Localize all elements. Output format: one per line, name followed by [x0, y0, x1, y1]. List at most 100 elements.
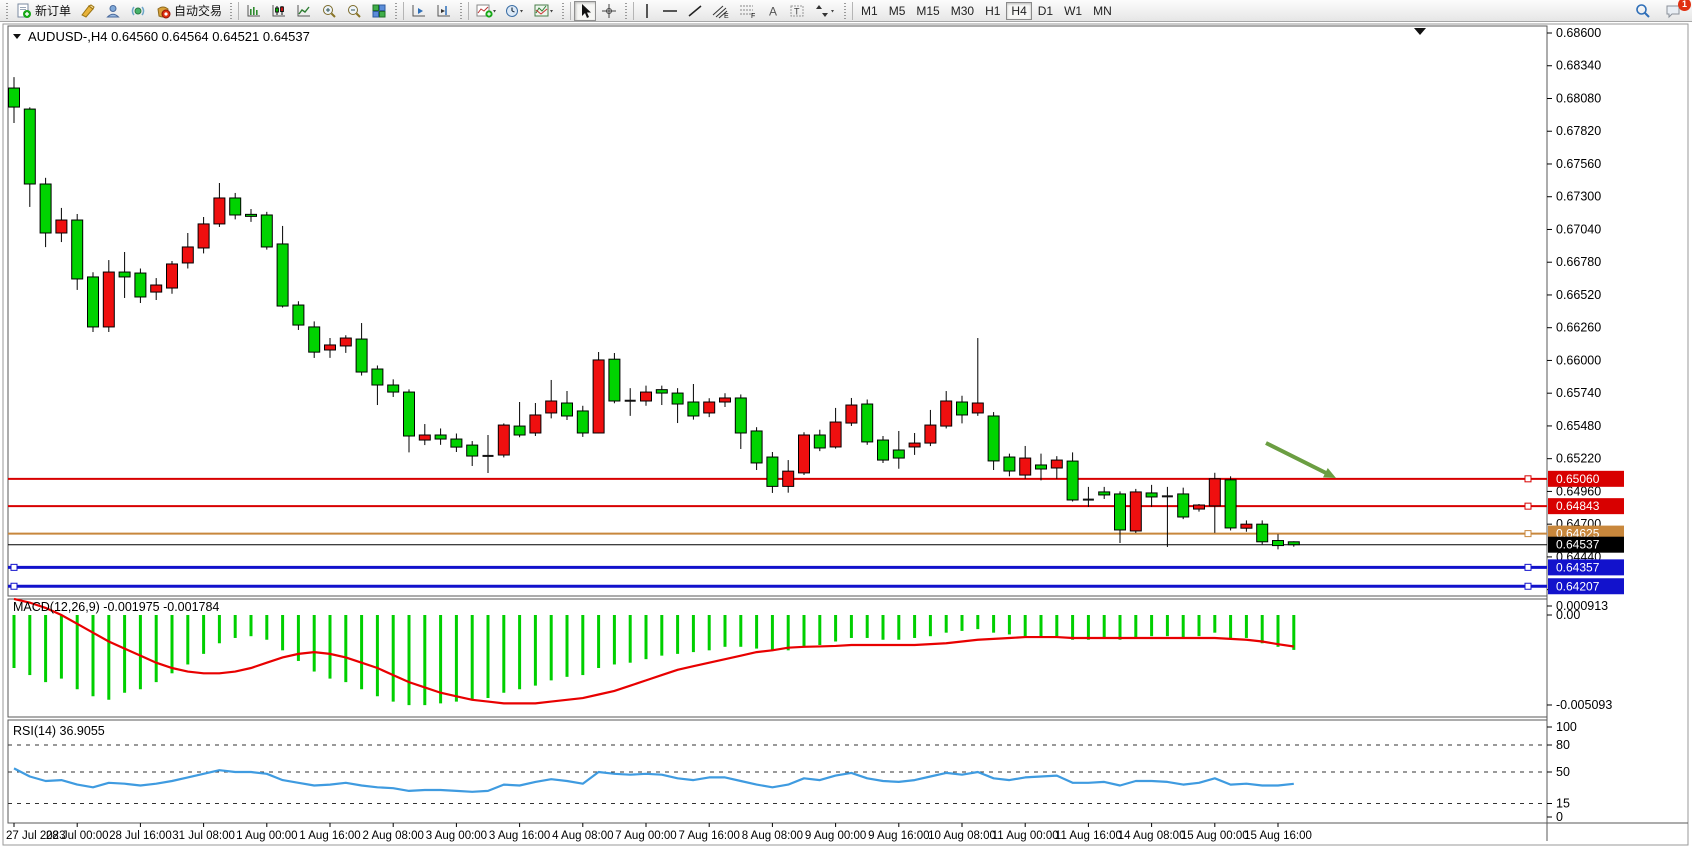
trendline-tool[interactable] — [683, 1, 707, 21]
time-tick-label: 1 Aug 00:00 — [236, 830, 297, 842]
candle-bearish — [277, 244, 288, 306]
add-indicator-icon — [476, 3, 496, 19]
text-tool[interactable]: A — [762, 1, 784, 21]
horizontal-line-tool[interactable] — [658, 1, 682, 21]
price-tick-label: 0.65480 — [1556, 419, 1601, 433]
main-toolbar: 新订单 自动交易 — [0, 0, 1692, 22]
zoom-in-button[interactable] — [317, 1, 341, 21]
chart-shift-button[interactable] — [432, 1, 456, 21]
profile-icon — [105, 3, 121, 19]
timeframe-mn[interactable]: MN — [1088, 2, 1117, 20]
candle-doji — [1162, 495, 1173, 497]
candle-bearish — [372, 369, 383, 385]
line-handle[interactable] — [1525, 531, 1531, 537]
cursor-tool-button[interactable] — [574, 1, 596, 21]
indicators-button[interactable] — [472, 1, 500, 21]
candle-bearish — [1288, 542, 1299, 545]
timeframe-w1[interactable]: W1 — [1059, 2, 1087, 20]
timeframes-menu-button[interactable] — [501, 1, 529, 21]
toolbar-grip[interactable] — [624, 3, 628, 19]
candlestick-icon — [271, 3, 287, 19]
candle-bearish — [1099, 492, 1110, 495]
toolbar-grip[interactable] — [561, 3, 565, 19]
new-order-icon — [16, 3, 32, 19]
candle-bearish — [1146, 493, 1157, 497]
zoom-out-button[interactable] — [342, 1, 366, 21]
candle-bearish — [1004, 457, 1015, 471]
auto-trading-button[interactable]: 自动交易 — [151, 1, 226, 21]
fibonacci-tool[interactable]: F — [735, 1, 761, 21]
pane-price[interactable] — [8, 26, 1547, 596]
chart-canvas[interactable]: 0.686000.683400.680800.678200.675600.673… — [0, 22, 1692, 849]
timeframe-m30[interactable]: M30 — [946, 2, 979, 20]
bar-chart-icon — [246, 3, 262, 19]
signals-button[interactable] — [126, 1, 150, 21]
price-tick-label: 0.67560 — [1556, 157, 1601, 171]
equidistant-channel-tool[interactable]: E — [708, 1, 734, 21]
crosshair-tool-button[interactable] — [597, 1, 621, 21]
line-handle[interactable] — [1525, 476, 1531, 482]
time-tick-label: 4 Aug 08:00 — [552, 830, 613, 842]
tile-windows-button[interactable] — [367, 1, 391, 21]
pane-macd[interactable] — [8, 599, 1547, 717]
line-chart-button[interactable] — [292, 1, 316, 21]
candle-bearish — [72, 220, 83, 279]
time-tick-label: 8 Aug 08:00 — [742, 830, 803, 842]
svg-text:E: E — [724, 13, 729, 19]
line-handle[interactable] — [1525, 503, 1531, 509]
candlestick-chart-button[interactable] — [267, 1, 291, 21]
chart-shift-icon — [436, 3, 452, 19]
horizontal-line-icon — [662, 3, 678, 19]
candle-bearish — [957, 402, 968, 415]
timeframe-m5[interactable]: M5 — [884, 2, 911, 20]
toolbar-grip[interactable] — [843, 3, 847, 19]
arrows-icon — [814, 3, 836, 19]
timeframe-h1[interactable]: H1 — [980, 2, 1005, 20]
time-tick-label: 15 Aug 00:00 — [1181, 830, 1249, 842]
templates-button[interactable] — [530, 1, 558, 21]
candle-bearish — [40, 184, 51, 233]
toolbar-grip[interactable] — [229, 3, 233, 19]
time-tick-label: 28 Jul 16:00 — [109, 830, 172, 842]
toolbar-grip[interactable] — [394, 3, 398, 19]
rsi-axis-label: 15 — [1556, 797, 1570, 811]
candle-bullish — [182, 247, 193, 263]
separator — [403, 2, 404, 20]
timeframe-m15[interactable]: M15 — [911, 2, 944, 20]
toolbar-grip[interactable] — [459, 3, 463, 19]
timeframe-m1[interactable]: M1 — [856, 2, 883, 20]
line-handle[interactable] — [11, 564, 17, 570]
line-handle[interactable] — [1525, 583, 1531, 589]
timeframe-h4[interactable]: H4 — [1006, 2, 1031, 20]
search-button[interactable] — [1631, 1, 1655, 21]
price-label-text: 0.64537 — [1556, 538, 1600, 552]
new-order-button[interactable]: 新订单 — [12, 1, 75, 21]
price-label-text: 0.65060 — [1556, 472, 1600, 486]
line-handle[interactable] — [1525, 564, 1531, 570]
svg-text:F: F — [751, 13, 755, 19]
candle-bearish — [88, 277, 99, 327]
candle-bullish — [720, 398, 731, 402]
price-tick-label: 0.66780 — [1556, 255, 1601, 269]
arrows-tool[interactable] — [810, 1, 840, 21]
price-tick-label: 0.66520 — [1556, 288, 1601, 302]
separator — [468, 2, 469, 20]
toolbar-grip[interactable] — [5, 3, 9, 19]
candle-bearish — [1115, 494, 1126, 530]
cursor-icon — [578, 3, 592, 19]
price-tick-label: 0.67820 — [1556, 124, 1601, 138]
candle-bearish — [1225, 480, 1236, 528]
tile-windows-icon — [371, 3, 387, 19]
candle-bullish — [925, 425, 936, 443]
line-handle[interactable] — [11, 583, 17, 589]
candle-bullish — [830, 422, 841, 447]
candle-bullish — [340, 338, 351, 346]
auto-scroll-button[interactable] — [407, 1, 431, 21]
text-label-tool[interactable]: T — [785, 1, 809, 21]
timeframe-d1[interactable]: D1 — [1033, 2, 1058, 20]
vertical-line-tool[interactable] — [637, 1, 657, 21]
bar-chart-button[interactable] — [242, 1, 266, 21]
profile-button[interactable] — [101, 1, 125, 21]
styler-button[interactable] — [76, 1, 100, 21]
chat-button[interactable]: 1 — [1661, 1, 1686, 21]
